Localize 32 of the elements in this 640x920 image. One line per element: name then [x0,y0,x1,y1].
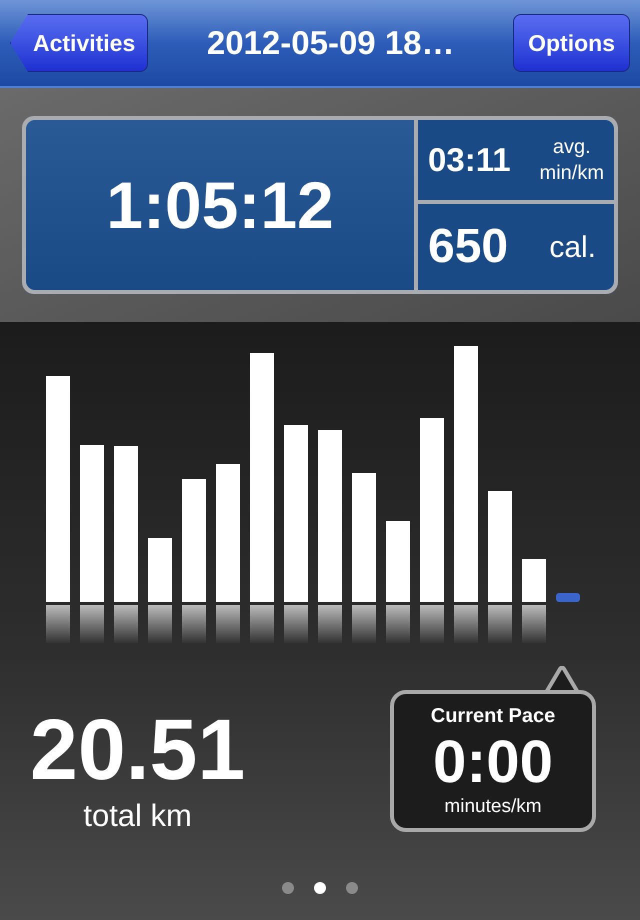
bar-reflection [454,605,478,643]
bar-reflection [80,605,104,643]
bar-reflection [386,605,410,643]
chart-bar [522,559,546,602]
unit-label: cal. [549,230,597,266]
screen-title: 2012-05-09 18… [206,23,455,64]
bar-reflection [284,605,308,643]
bar-reflection [420,605,444,643]
current-pace-unit: minutes/km [444,794,542,819]
current-pace-value: 0:00 [432,730,554,793]
calories-value: 650 [428,219,508,275]
current-pace-title: Current Pace [430,704,556,729]
bar-reflection [522,605,546,643]
back-button[interactable]: Activities [10,14,148,72]
distance-value: 20.51 [30,707,246,793]
bar-reflection [182,605,206,643]
chart-bar [148,538,172,602]
bar-reflection [488,605,512,643]
current-bar [556,593,580,602]
bar-reflection [216,605,240,643]
bar-reflection [318,605,342,643]
unit-label: avg. [552,135,591,160]
unit-label: min/km [540,161,604,186]
duration-value: 1:05:12 [106,166,334,244]
options-button[interactable]: Options [513,14,630,72]
bar-reflection [114,605,138,643]
pace-value: 03:11 [428,140,511,180]
bar-reflection [46,605,70,643]
bar-reflection [250,605,274,643]
distance-label: total km [83,797,192,835]
bar-reflection [148,605,172,643]
bar-reflection [352,605,376,643]
